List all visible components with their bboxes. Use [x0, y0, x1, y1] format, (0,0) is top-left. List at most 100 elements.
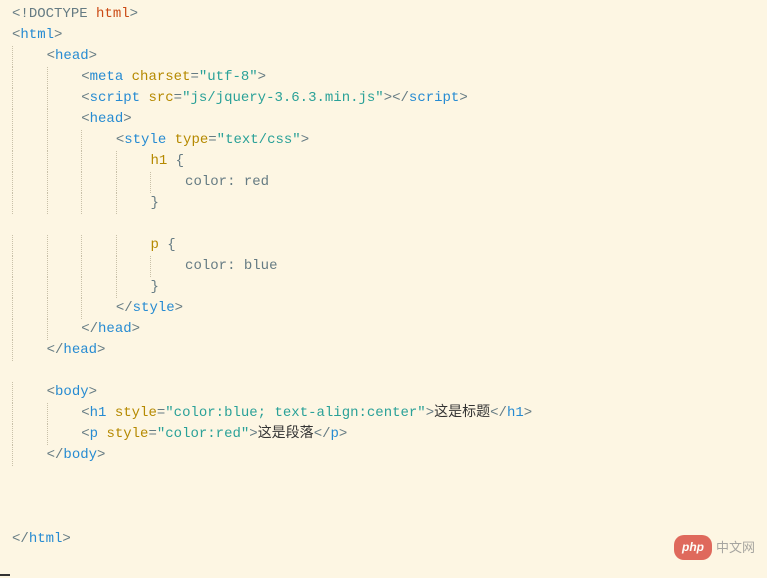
- code-token: src: [148, 90, 173, 106]
- code-token: style: [106, 426, 148, 442]
- code-token: >: [54, 27, 62, 43]
- code-token: DOCTYPE: [29, 6, 96, 22]
- code-token: meta: [90, 69, 132, 85]
- code-token: =: [148, 426, 156, 442]
- code-token: </: [314, 426, 331, 442]
- code-token: 这是标题: [434, 405, 490, 421]
- code-line: <head>: [12, 109, 767, 130]
- code-token: <: [47, 384, 55, 400]
- code-token: {: [167, 237, 175, 253]
- code-token: body: [55, 384, 89, 400]
- code-token: >: [524, 405, 532, 421]
- code-token: <: [47, 48, 55, 64]
- code-line: }: [12, 193, 767, 214]
- code-line: <head>: [12, 46, 767, 67]
- code-editor: <!DOCTYPE html><html> <head> <meta chars…: [0, 0, 767, 554]
- code-token: >: [89, 48, 97, 64]
- code-token: head: [90, 111, 124, 127]
- code-token: >: [249, 426, 257, 442]
- code-token: </: [490, 405, 507, 421]
- code-token: >: [258, 69, 266, 85]
- code-line: <p style="color:red">这是段落</p>: [12, 424, 767, 445]
- cursor-indicator: [0, 574, 10, 576]
- code-line: <!DOCTYPE html>: [12, 4, 767, 25]
- code-token: </: [47, 447, 64, 463]
- code-token: h1: [507, 405, 524, 421]
- code-token: <: [81, 426, 89, 442]
- code-line: color: red: [12, 172, 767, 193]
- code-line: [12, 466, 767, 487]
- code-line: </body>: [12, 445, 767, 466]
- code-token: "utf-8": [199, 69, 258, 85]
- code-token: body: [63, 447, 97, 463]
- code-token: >: [301, 132, 309, 148]
- code-line: </head>: [12, 319, 767, 340]
- code-token: </: [47, 342, 64, 358]
- code-token: <!: [12, 6, 29, 22]
- code-token: p: [331, 426, 339, 442]
- code-token: >: [123, 111, 131, 127]
- code-line: [12, 214, 767, 235]
- code-token: <: [81, 111, 89, 127]
- code-token: >: [459, 90, 467, 106]
- code-token: h1: [150, 153, 175, 169]
- code-token: "color:blue; text-align:center": [165, 405, 425, 421]
- code-token: 这是段落: [258, 426, 314, 442]
- code-token: h1: [90, 405, 115, 421]
- code-token: script: [90, 90, 149, 106]
- code-token: charset: [132, 69, 191, 85]
- code-token: </: [116, 300, 133, 316]
- code-token: >: [339, 426, 347, 442]
- code-token: type: [175, 132, 209, 148]
- code-token: p: [90, 426, 107, 442]
- code-token: =: [174, 90, 182, 106]
- code-token: head: [63, 342, 97, 358]
- code-token: <: [81, 405, 89, 421]
- code-line: [12, 361, 767, 382]
- code-token: >: [130, 6, 138, 22]
- code-line: [12, 487, 767, 508]
- code-token: =: [190, 69, 198, 85]
- code-line: <meta charset="utf-8">: [12, 67, 767, 88]
- code-token: style: [133, 300, 175, 316]
- code-line: <body>: [12, 382, 767, 403]
- code-token: : red: [227, 174, 269, 190]
- code-token: >: [426, 405, 434, 421]
- code-token: >: [97, 447, 105, 463]
- code-token: "js/jquery-3.6.3.min.js": [182, 90, 384, 106]
- code-token: =: [208, 132, 216, 148]
- code-token: html: [20, 27, 54, 43]
- code-token: {: [176, 153, 184, 169]
- code-token: head: [55, 48, 89, 64]
- code-line: [12, 508, 767, 529]
- code-token: >: [89, 384, 97, 400]
- watermark-brand: php: [674, 535, 712, 560]
- code-token: "text/css": [217, 132, 301, 148]
- code-token: >: [132, 321, 140, 337]
- code-line: </style>: [12, 298, 767, 319]
- code-token: head: [98, 321, 132, 337]
- code-token: >: [175, 300, 183, 316]
- code-line: <html>: [12, 25, 767, 46]
- code-token: }: [150, 279, 158, 295]
- code-token: </: [12, 531, 29, 547]
- code-line: p {: [12, 235, 767, 256]
- code-token: style: [124, 132, 174, 148]
- code-line: color: blue: [12, 256, 767, 277]
- code-line: <style type="text/css">: [12, 130, 767, 151]
- code-token: }: [150, 195, 158, 211]
- code-token: html: [96, 6, 130, 22]
- code-token: >: [97, 342, 105, 358]
- code-line: <h1 style="color:blue; text-align:center…: [12, 403, 767, 424]
- code-token: : blue: [227, 258, 277, 274]
- code-token: <: [81, 90, 89, 106]
- code-token: style: [115, 405, 157, 421]
- code-line: </html>: [12, 529, 767, 550]
- code-token: ></: [384, 90, 409, 106]
- code-token: color: [185, 174, 227, 190]
- code-token: p: [150, 237, 167, 253]
- code-line: }: [12, 277, 767, 298]
- watermark: php 中文网: [674, 535, 755, 560]
- code-token: color: [185, 258, 227, 274]
- code-token: <: [116, 132, 124, 148]
